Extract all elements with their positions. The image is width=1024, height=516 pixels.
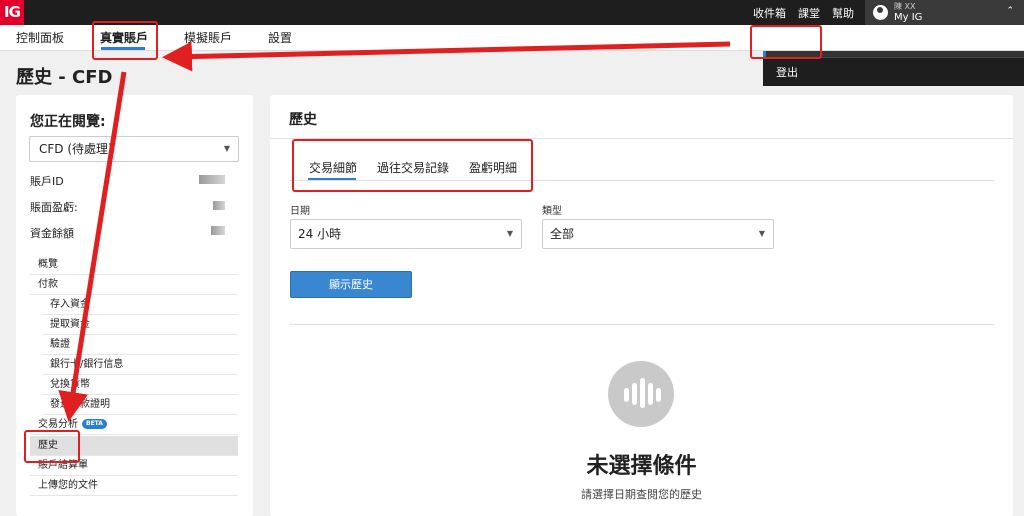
annotation-box-live-account <box>92 21 158 60</box>
help-link[interactable]: 幫助 <box>832 5 854 21</box>
caret-down-icon: ▼ <box>223 144 230 153</box>
classroom-link[interactable]: 課堂 <box>798 5 820 21</box>
sidebar-item-proof-of-payment[interactable]: 發送付款證明 <box>42 395 238 415</box>
beta-badge: BETA <box>82 419 107 429</box>
nav-demo-account[interactable]: 模擬賬戶 <box>184 29 232 46</box>
divider <box>289 324 994 325</box>
sidebar-item-label: 付款 <box>38 279 58 290</box>
date-select[interactable]: 24 小時 ▼ <box>290 219 522 249</box>
chevron-up-icon: ⌃ <box>1006 6 1014 16</box>
sidebar-item-verification[interactable]: 驗證 <box>42 335 238 355</box>
panel-title: 歷史 <box>289 112 317 128</box>
account-id-value-redacted <box>199 175 225 184</box>
caret-down-icon: ▼ <box>506 229 513 238</box>
sidebar-item-label: 交易分析 <box>38 419 78 430</box>
caret-down-icon: ▼ <box>758 229 765 238</box>
pnl-value-redacted <box>213 201 225 210</box>
empty-state-subtitle: 請選擇日期查閱您的歷史 <box>581 488 702 501</box>
sidebar-item-label: 兌換貨幣 <box>50 379 90 390</box>
show-history-button[interactable]: 顯示歷史 <box>290 271 412 298</box>
balance-label: 資金餘額 <box>30 227 74 240</box>
type-label: 類型 <box>542 206 562 217</box>
page-title: 歷史 - CFD <box>16 67 113 88</box>
type-select-value: 全部 <box>550 227 575 241</box>
annotation-box-tabs <box>292 139 533 192</box>
inbox-link[interactable]: 收件箱 <box>753 5 786 21</box>
type-select[interactable]: 全部 ▼ <box>542 219 774 249</box>
annotation-box-history <box>24 430 80 463</box>
sidebar-item-deposit[interactable]: 存入資金 <box>42 295 238 315</box>
nav-settings[interactable]: 設置 <box>268 29 292 46</box>
sidebar-item-label: 驗證 <box>50 339 70 350</box>
sidebar-item-label: 概覽 <box>38 259 58 270</box>
sidebar-item-label: 上傳您的文件 <box>38 480 98 491</box>
annotation-box-my-ig <box>750 25 822 59</box>
sidebar-item-label: 提取資金 <box>50 319 90 330</box>
ig-logo[interactable]: IG <box>0 0 24 25</box>
date-label: 日期 <box>290 206 310 217</box>
sidebar-item-label: 銀行卡/銀行信息 <box>50 359 124 370</box>
chart-bars-icon <box>608 361 674 427</box>
user-account-toggle[interactable]: 陳 XX My IG ⌃ <box>865 0 1024 25</box>
empty-state-title: 未選擇條件 <box>586 454 697 479</box>
user-sub-label: My IG <box>894 12 923 23</box>
nav-dashboard[interactable]: 控制面板 <box>16 29 64 46</box>
viewing-heading: 您正在閱覽: <box>30 114 106 130</box>
sidebar-item-upload-documents[interactable]: 上傳您的文件 <box>30 476 238 496</box>
sidebar-item-label: 存入資金 <box>50 299 90 310</box>
account-id-label: 賬戶ID <box>30 175 64 188</box>
account-select[interactable]: CFD (待處理) ▼ <box>29 136 239 162</box>
user-name: 陳 XX <box>894 2 916 11</box>
date-select-value: 24 小時 <box>298 227 342 241</box>
sidebar-item-currency-exchange[interactable]: 兌換貨幣 <box>42 375 238 395</box>
menu-item-logout[interactable]: 登出 <box>763 57 1024 87</box>
sidebar-item-bank-info[interactable]: 銀行卡/銀行信息 <box>42 355 238 375</box>
user-avatar-icon <box>873 5 888 20</box>
balance-value-redacted <box>211 226 225 235</box>
sidebar-item-payments[interactable]: 付款 <box>30 275 238 295</box>
sidebar-item-label: 發送付款證明 <box>50 399 110 410</box>
top-links: 收件箱 課堂 幫助 <box>753 0 854 25</box>
sidebar-item-overview[interactable]: 概覽 <box>30 255 238 275</box>
sidebar-item-withdraw[interactable]: 提取資金 <box>42 315 238 335</box>
pnl-label: 賬面盈虧: <box>30 201 78 214</box>
account-select-value: CFD (待處理) <box>39 142 113 156</box>
